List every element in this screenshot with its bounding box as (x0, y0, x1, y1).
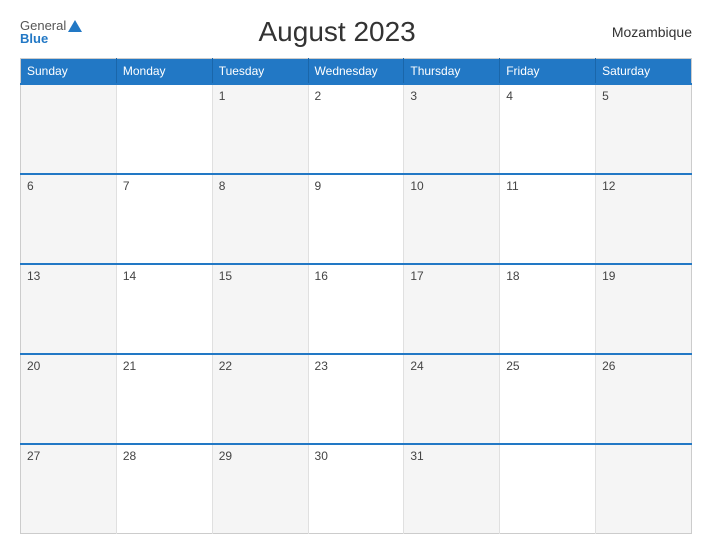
header-monday: Monday (116, 59, 212, 85)
calendar-day-cell: 27 (21, 444, 117, 534)
calendar-day-cell: 3 (404, 84, 500, 174)
header: General Blue August 2023 Mozambique (20, 16, 692, 48)
calendar-day-cell: 15 (212, 264, 308, 354)
calendar-day-cell (21, 84, 117, 174)
day-number: 4 (506, 89, 513, 103)
header-sunday: Sunday (21, 59, 117, 85)
day-number: 12 (602, 179, 615, 193)
day-number: 20 (27, 359, 40, 373)
calendar-week-row: 13 14 15 16 17 18 19 (21, 264, 692, 354)
calendar-day-cell: 5 (596, 84, 692, 174)
calendar-day-cell: 12 (596, 174, 692, 264)
day-number: 29 (219, 449, 232, 463)
day-number: 8 (219, 179, 226, 193)
calendar-day-cell: 21 (116, 354, 212, 444)
day-number: 7 (123, 179, 130, 193)
calendar-day-cell (500, 444, 596, 534)
calendar-day-cell: 18 (500, 264, 596, 354)
logo-blue-text: Blue (20, 32, 48, 45)
day-number: 11 (506, 179, 518, 193)
header-wednesday: Wednesday (308, 59, 404, 85)
day-number: 2 (315, 89, 322, 103)
day-number: 22 (219, 359, 232, 373)
calendar-day-cell (596, 444, 692, 534)
calendar-day-cell: 30 (308, 444, 404, 534)
header-tuesday: Tuesday (212, 59, 308, 85)
calendar-title: August 2023 (82, 16, 592, 48)
day-number: 5 (602, 89, 609, 103)
day-number: 10 (410, 179, 423, 193)
calendar-day-cell: 24 (404, 354, 500, 444)
calendar-week-row: 1 2 3 4 5 (21, 84, 692, 174)
day-number: 1 (219, 89, 226, 103)
logo-triangle-icon (68, 20, 82, 32)
day-number: 17 (410, 269, 423, 283)
calendar-day-cell: 11 (500, 174, 596, 264)
calendar-day-cell: 31 (404, 444, 500, 534)
calendar-day-cell: 9 (308, 174, 404, 264)
header-friday: Friday (500, 59, 596, 85)
calendar-day-cell: 19 (596, 264, 692, 354)
logo: General Blue (20, 19, 82, 45)
calendar-day-cell: 14 (116, 264, 212, 354)
calendar-day-cell: 6 (21, 174, 117, 264)
day-number: 19 (602, 269, 615, 283)
day-number: 28 (123, 449, 136, 463)
day-number: 9 (315, 179, 322, 193)
page: General Blue August 2023 Mozambique Sund… (0, 0, 712, 550)
day-number: 27 (27, 449, 40, 463)
calendar-day-cell: 10 (404, 174, 500, 264)
calendar-day-cell: 8 (212, 174, 308, 264)
day-number: 23 (315, 359, 328, 373)
calendar-day-cell: 23 (308, 354, 404, 444)
day-number: 21 (123, 359, 136, 373)
calendar-week-row: 27 28 29 30 31 (21, 444, 692, 534)
day-number: 31 (410, 449, 423, 463)
day-number: 13 (27, 269, 40, 283)
calendar-table: Sunday Monday Tuesday Wednesday Thursday… (20, 58, 692, 534)
day-number: 15 (219, 269, 232, 283)
day-number: 3 (410, 89, 417, 103)
calendar-week-row: 6 7 8 9 10 11 12 (21, 174, 692, 264)
calendar-day-cell: 4 (500, 84, 596, 174)
day-number: 18 (506, 269, 519, 283)
country-label: Mozambique (592, 24, 692, 40)
calendar-day-cell: 1 (212, 84, 308, 174)
day-number: 24 (410, 359, 423, 373)
day-number: 16 (315, 269, 328, 283)
day-number: 26 (602, 359, 615, 373)
day-number: 25 (506, 359, 519, 373)
calendar-day-cell: 20 (21, 354, 117, 444)
weekday-header-row: Sunday Monday Tuesday Wednesday Thursday… (21, 59, 692, 85)
calendar-day-cell: 7 (116, 174, 212, 264)
calendar-day-cell: 26 (596, 354, 692, 444)
calendar-day-cell: 22 (212, 354, 308, 444)
day-number: 14 (123, 269, 136, 283)
calendar-day-cell: 17 (404, 264, 500, 354)
calendar-day-cell (116, 84, 212, 174)
calendar-day-cell: 16 (308, 264, 404, 354)
header-thursday: Thursday (404, 59, 500, 85)
calendar-day-cell: 29 (212, 444, 308, 534)
calendar-day-cell: 28 (116, 444, 212, 534)
calendar-day-cell: 13 (21, 264, 117, 354)
calendar-day-cell: 2 (308, 84, 404, 174)
calendar-day-cell: 25 (500, 354, 596, 444)
calendar-week-row: 20 21 22 23 24 25 26 (21, 354, 692, 444)
day-number: 30 (315, 449, 328, 463)
day-number: 6 (27, 179, 34, 193)
header-saturday: Saturday (596, 59, 692, 85)
